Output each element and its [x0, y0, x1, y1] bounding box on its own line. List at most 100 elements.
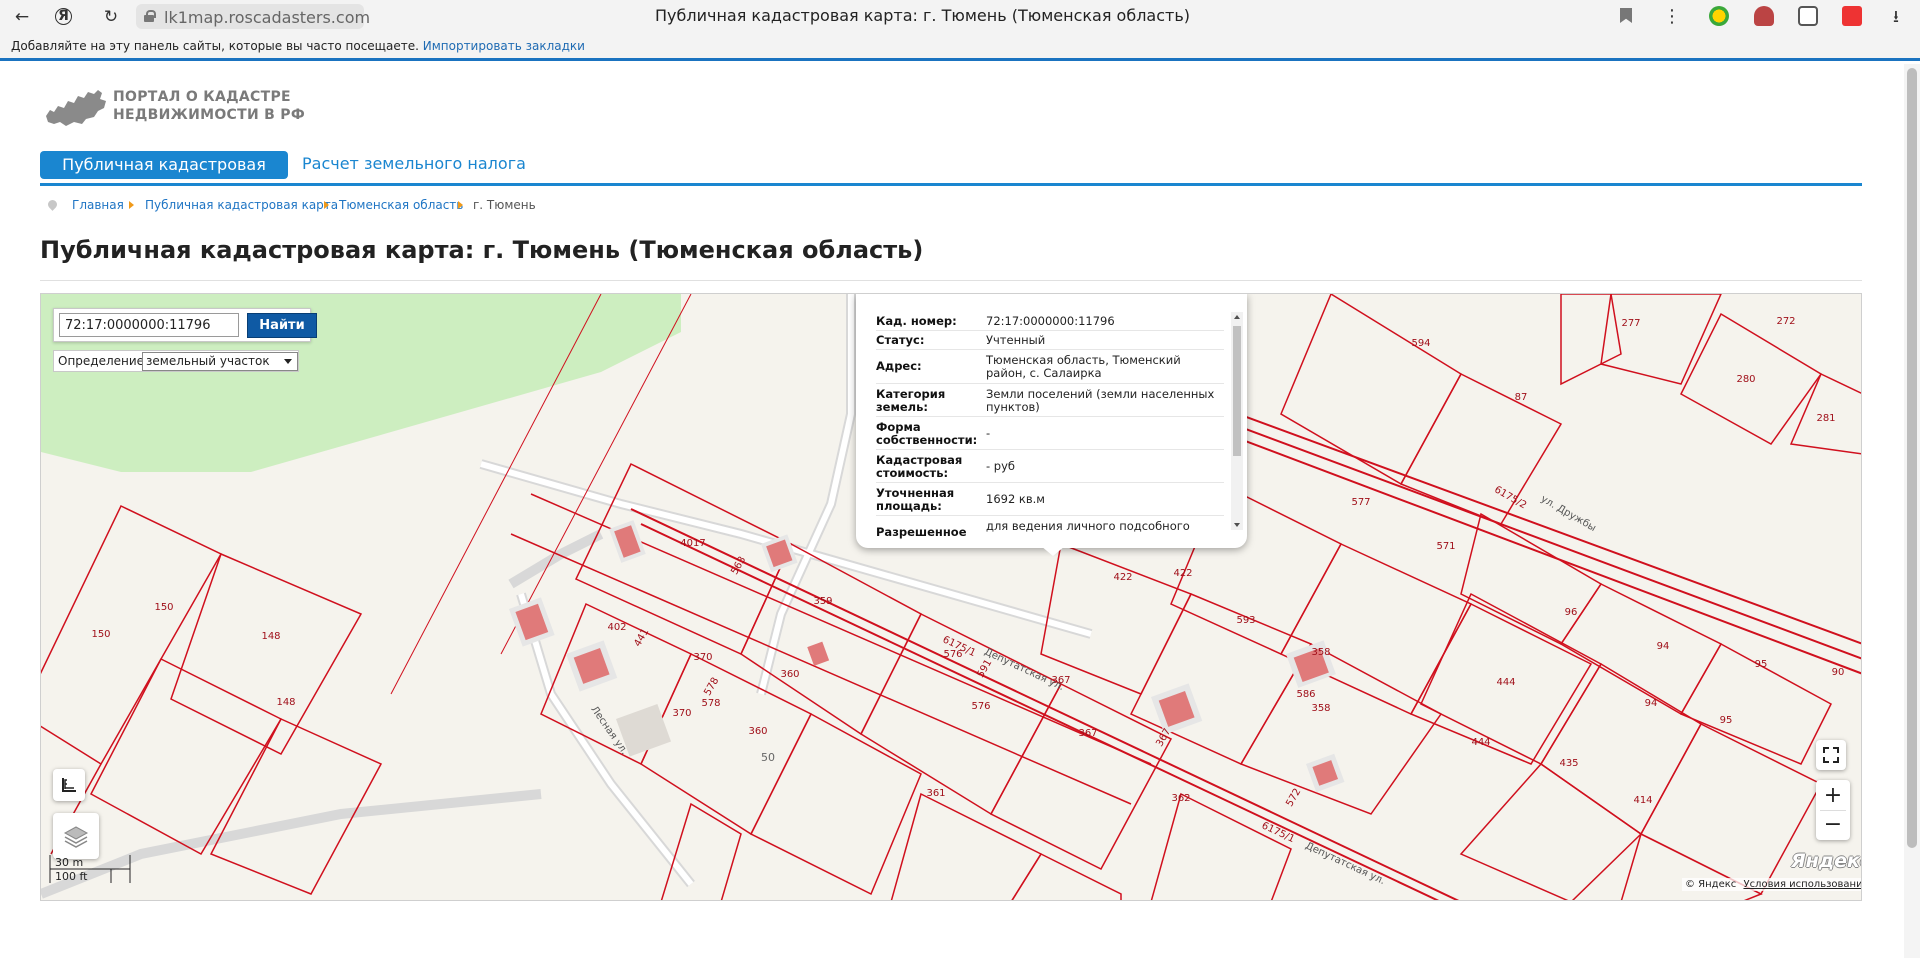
chevron-right-icon [129, 201, 134, 209]
map-scale: 30 m 100 ft [49, 855, 131, 883]
plot-label: 95 [1720, 715, 1733, 726]
find-button[interactable]: Найти [247, 313, 317, 338]
zoom-control: + − [1816, 780, 1850, 840]
import-bookmarks-link[interactable]: Импортировать закладки [423, 39, 585, 53]
scroll-down-icon[interactable] [1234, 523, 1240, 527]
lock-icon [144, 10, 156, 22]
page-title: Публичная кадастровая карта: г. Тюмень (… [40, 236, 924, 264]
definition-select[interactable]: земельный участок [142, 352, 298, 371]
tab-public-map[interactable]: Публичная кадастровая карта [40, 151, 288, 202]
plot-label: 358 [1311, 703, 1330, 714]
plot-label: 90 [1832, 667, 1845, 678]
info-row: Адрес: Тюменская область, Тюменский райо… [876, 350, 1224, 384]
plot-label: 414 [1633, 795, 1652, 806]
plot-label: 359 [813, 596, 832, 607]
terms-link[interactable]: Условия использования [1743, 879, 1861, 890]
plot-label: 571 [1436, 541, 1455, 552]
yandex-logo[interactable]: Яндекс [1791, 850, 1861, 872]
info-row: Категория земель: Земли поселений (земли… [876, 384, 1224, 417]
plot-label: 94 [1657, 641, 1670, 652]
plot-label: 148 [261, 631, 280, 642]
russia-map-logo-icon [46, 90, 106, 126]
plot-label: 281 [1816, 413, 1835, 424]
plot-label: 360 [748, 726, 767, 737]
plot-label: 280 [1736, 374, 1755, 385]
plot-label: 362 [1171, 793, 1190, 804]
search-panel: Найти [53, 308, 317, 342]
street-label: Депутатская ул. [983, 646, 1066, 693]
site-logo-text[interactable]: ПОРТАЛ О КАДАСТРЕ НЕДВИЖИМОСТИ В РФ [113, 88, 305, 124]
menu-dots-icon[interactable]: ⋮ [1660, 5, 1684, 29]
plot-info-table: Кад. номер: 72:17:0000000:11796 Статус: … [876, 312, 1224, 540]
cadastral-number-input[interactable] [59, 313, 239, 337]
plot-label: 277 [1621, 318, 1640, 329]
popup-scroll-thumb[interactable] [1233, 326, 1241, 456]
bookmarks-bar: Добавляйте на эту панель сайты, которые … [0, 34, 1920, 61]
plot-label: 578 [701, 698, 720, 709]
back-icon[interactable]: ← [10, 5, 34, 29]
ruler-button[interactable] [53, 769, 85, 801]
layers-button[interactable] [53, 813, 99, 859]
info-row: Кад. номер: 72:17:0000000:11796 [876, 312, 1224, 331]
buildings [509, 520, 1345, 793]
breadcrumb-home[interactable]: Главная [72, 198, 124, 212]
page: ПОРТАЛ О КАДАСТРЕ НЕДВИЖИМОСТИ В РФ Публ… [0, 64, 1904, 958]
plot-label: 4017 [680, 538, 705, 549]
plot-label: 422 [1173, 568, 1192, 579]
tabs-underline [40, 183, 1862, 186]
tab-title: Публичная кадастровая карта: г. Тюмень (… [655, 6, 1191, 25]
extension-icon[interactable] [1709, 6, 1729, 26]
fullscreen-button[interactable] [1816, 740, 1846, 770]
address-bar[interactable]: lk1map.roscadasters.com [136, 4, 370, 29]
plot-label: 578 [702, 676, 721, 698]
plot-label: 94 [1645, 698, 1658, 709]
breadcrumb-current: г. Тюмень [473, 198, 536, 212]
plot-label: 370 [672, 708, 691, 719]
yandex-browser-icon[interactable]: Я [55, 8, 72, 25]
plot-label: 591 [975, 658, 994, 680]
plot-label: 361 [926, 788, 945, 799]
plot-label: 577 [1351, 497, 1370, 508]
extension-icon[interactable] [1754, 6, 1774, 26]
definition-label: Определение: [58, 354, 149, 368]
ruler-icon [62, 778, 76, 792]
plot-label: 594 [1411, 338, 1430, 349]
plot-label: 87 [1515, 392, 1528, 403]
zoom-in-button[interactable]: + [1816, 782, 1850, 810]
cadastral-map[interactable]: 594 87 277 272 280 281 577 571 4017 563 … [40, 293, 1862, 901]
plot-label: 402 [607, 622, 626, 633]
plot-label: 593 [1236, 615, 1255, 626]
plot-label: 96 [1565, 607, 1578, 618]
extension-icon[interactable] [1798, 6, 1818, 26]
tab-land-tax[interactable]: Расчет земельного налога [302, 154, 526, 173]
plot-info-popup: Кад. номер: 72:17:0000000:11796 Статус: … [856, 294, 1247, 556]
plot-label: 435 [1559, 758, 1578, 769]
layers-icon [63, 826, 89, 848]
scroll-up-icon[interactable] [1234, 315, 1240, 319]
breadcrumb-region[interactable]: Тюменская область [339, 198, 463, 212]
plot-label: 150 [91, 629, 110, 640]
breadcrumb-map[interactable]: Публичная кадастровая карта [145, 198, 338, 212]
zoom-out-button[interactable]: − [1816, 811, 1850, 839]
reload-icon[interactable]: ↻ [99, 5, 123, 29]
plot-label: 367 [1078, 728, 1097, 739]
download-icon[interactable]: ⭳ [1884, 5, 1908, 29]
definition-panel: Определение: земельный участок [53, 350, 299, 372]
extension-icon[interactable] [1842, 6, 1862, 26]
info-row: Кадастровая стоимость: - руб [876, 450, 1224, 483]
plot-label: 360 [780, 669, 799, 680]
chevron-right-icon [458, 201, 463, 209]
plot-label: 50 [761, 751, 775, 764]
page-scrollbar[interactable] [1904, 64, 1920, 958]
plot-label: 272 [1776, 316, 1795, 327]
chevron-right-icon [324, 201, 329, 209]
map-copyright: © Яндекс Условия использования [1682, 878, 1861, 891]
plot-label: 422 [1113, 572, 1132, 583]
fullscreen-icon [1823, 747, 1839, 763]
info-row: Статус: Учтенный [876, 331, 1224, 350]
page-scroll-thumb[interactable] [1907, 68, 1917, 848]
bookmark-icon[interactable] [1620, 8, 1632, 23]
plot-label: 444 [1471, 737, 1490, 748]
popup-scrollbar[interactable] [1231, 312, 1243, 530]
plot-label: 572 [1284, 787, 1303, 809]
